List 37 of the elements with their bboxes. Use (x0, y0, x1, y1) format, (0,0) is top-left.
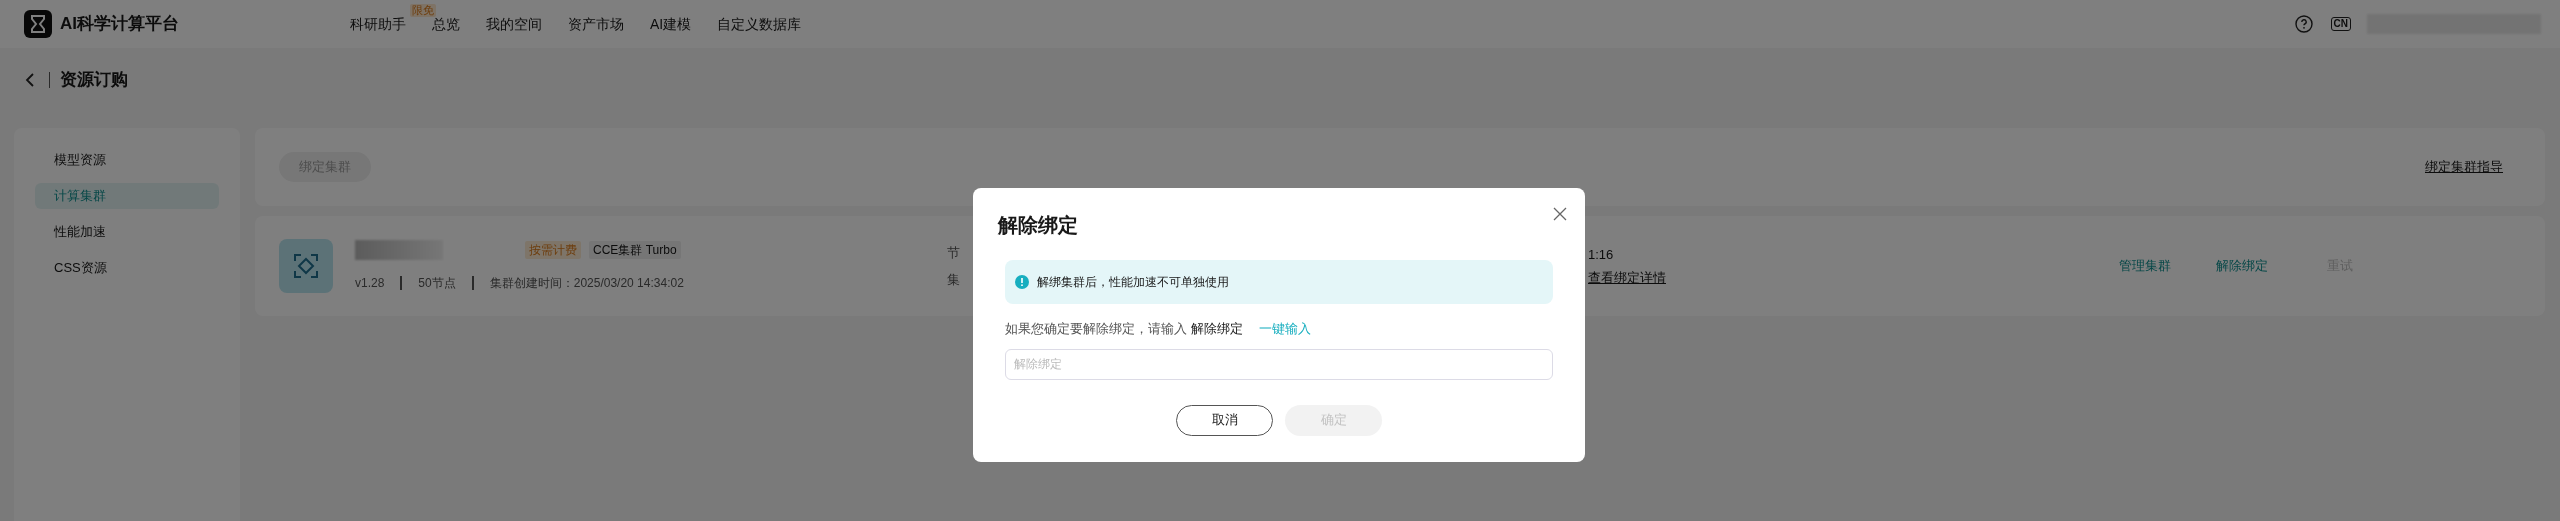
sidebar-item[interactable]: 性能加速 (35, 219, 219, 245)
quick-fill-link[interactable]: 一键输入 (1258, 319, 1311, 339)
dialog-title: 解除绑定 (998, 213, 1079, 238)
node-count: 50节点 (418, 275, 456, 292)
created-time: 集群创建时间：2025/03/20 14:34:02 (489, 275, 684, 292)
cluster-tag: CCE集群 Turbo (589, 241, 681, 259)
nav-link[interactable]: 我的空间 (486, 15, 542, 32)
nav-badge: 限免 (410, 3, 436, 17)
nav-link[interactable]: 资产市场 (568, 15, 624, 32)
back-icon[interactable] (24, 72, 36, 88)
notice-text: 解绑集群后，性能加速不可单独使用 (1037, 274, 1229, 291)
cluster-field-label: 节 (947, 243, 960, 262)
confirm-prompt: 如果您确定要解除绑定，请输入 解除绑定 (1005, 320, 1243, 338)
nav-link[interactable]: 自定义数据库 (717, 15, 802, 32)
sidebar-item[interactable]: 模型资源 (35, 147, 219, 173)
close-icon[interactable] (1553, 207, 1567, 221)
confirm-input[interactable]: 解除绑定 (1005, 348, 1553, 380)
info-icon (1015, 275, 1029, 289)
hourglass-logo-icon (24, 10, 52, 38)
cluster-tag: 按需计费 (525, 241, 581, 259)
cluster-field-label: 集 (947, 271, 960, 289)
nav-link[interactable]: AI建模 (650, 15, 692, 32)
cluster-action-link[interactable]: 解除绑定 (2216, 256, 2268, 276)
help-icon[interactable] (2294, 15, 2313, 33)
language-badge[interactable]: CN (2330, 17, 2351, 31)
nav-link[interactable]: 总览 (432, 15, 460, 32)
app-title: AI科学计算平台 (60, 13, 179, 36)
cluster-icon (279, 239, 333, 293)
nav-link[interactable]: 科研助手 (350, 15, 406, 32)
version-text: v1.28 (355, 275, 385, 292)
cluster-action-link[interactable]: 管理集群 (2119, 256, 2171, 276)
guide-link[interactable]: 绑定集群指导 (2425, 157, 2503, 177)
cancel-button[interactable]: 取消 (1176, 404, 1273, 436)
binding-details-link[interactable]: 查看绑定详情 (1588, 268, 1666, 288)
sidebar-item[interactable]: CSS资源 (35, 255, 219, 281)
time-text: 1:16 (1588, 245, 1615, 264)
page-title: 资源订购 (60, 69, 128, 92)
